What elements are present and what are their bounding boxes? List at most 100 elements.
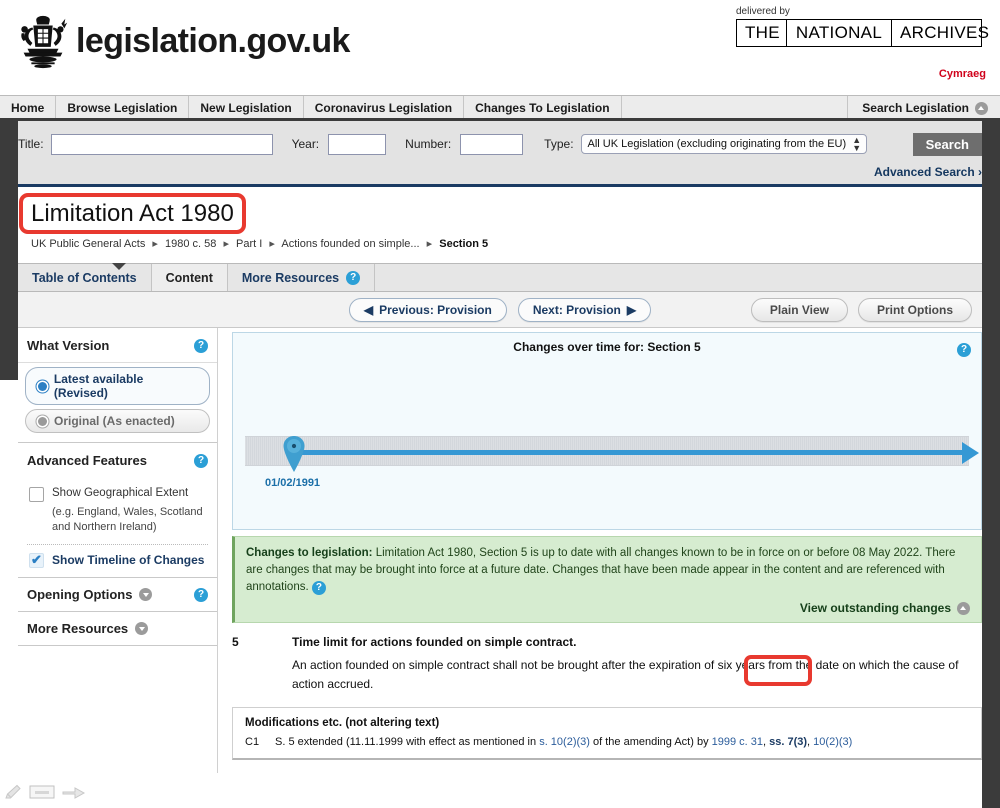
nav-item-changes-to-legislation[interactable]: Changes To Legislation <box>464 96 622 120</box>
sidebar: What Version ? Latest available (Revised… <box>18 328 218 773</box>
breadcrumb-item-3[interactable]: Actions founded on simple... <box>281 238 419 250</box>
modification-link[interactable]: 10(2)(3) <box>813 736 852 748</box>
tab-table-of-contents[interactable]: Table of Contents <box>18 264 152 291</box>
timeline-point-date[interactable]: 01/02/1991 <box>265 477 320 489</box>
site-brand[interactable]: legislation.gov.uk <box>12 10 350 72</box>
right-arrow-icon <box>962 442 979 464</box>
changes-to-legislation-notice: Changes to legislation: Limitation Act 1… <box>232 536 982 623</box>
advanced-search-link[interactable]: Advanced Search › <box>874 165 982 179</box>
sidebar-section-what-version: What Version ? <box>18 328 217 363</box>
arrow-cursor-icon[interactable] <box>62 784 86 800</box>
nav-item-browse-legislation[interactable]: Browse Legislation <box>56 96 190 120</box>
changes-notice-text: Changes to legislation: Limitation Act 1… <box>246 545 970 596</box>
breadcrumb-item-2[interactable]: Part I <box>236 238 262 250</box>
question-mark-icon[interactable]: ? <box>311 581 326 595</box>
search-type-select[interactable]: All UK Legislation (excluding originatin… <box>580 134 868 154</box>
tab-content[interactable]: Content <box>151 264 228 291</box>
breadcrumb-separator-icon: ▸ <box>426 238 433 250</box>
nav-item-new-legislation[interactable]: New Legislation <box>189 96 304 120</box>
royal-coat-of-arms-icon <box>21 15 68 69</box>
version-option-latest-available[interactable]: Latest available (Revised) <box>25 367 210 405</box>
section-paragraph: An action founded on simple contract sha… <box>292 656 982 694</box>
search-legislation-toggle[interactable]: Search Legislation <box>848 96 1000 120</box>
view-outstanding-changes-link[interactable]: View outstanding changes <box>246 601 970 615</box>
section-text-before: An action founded on simple contract sha… <box>292 658 718 672</box>
radio-selected-icon <box>38 381 47 391</box>
chevron-down-circle-icon[interactable] <box>139 588 153 601</box>
document-header: Limitation Act 1980 UK Public General Ac… <box>0 184 1000 263</box>
breadcrumb-item-current: Section 5 <box>439 238 489 250</box>
tab-label: Content <box>165 270 213 285</box>
search-button[interactable]: Search <box>912 132 982 156</box>
question-mark-icon[interactable]: ? <box>194 587 208 602</box>
search-number-input[interactable] <box>460 133 524 155</box>
search-type-value: All UK Legislation (excluding originatin… <box>587 138 847 150</box>
active-tab-caret-icon <box>112 263 126 270</box>
what-version-options: Latest available (Revised) Original (As … <box>18 367 217 443</box>
show-timeline-of-changes-row[interactable]: Show Timeline of Changes <box>18 545 217 568</box>
breadcrumb-item-1[interactable]: 1980 c. 58 <box>165 238 216 250</box>
delivered-by-block: delivered by THE NATIONAL ARCHIVES <box>736 6 989 47</box>
advanced-features-options: Show Geographical Extent (e.g. England, … <box>18 477 217 578</box>
breadcrumb-item-0[interactable]: UK Public General Acts <box>31 238 145 250</box>
map-pin-icon[interactable] <box>281 435 307 473</box>
chevron-down-circle-icon <box>957 601 970 615</box>
window-frame-right <box>982 118 1000 808</box>
print-options-button[interactable]: Print Options <box>858 297 972 322</box>
search-year-input[interactable] <box>328 133 387 155</box>
section-body: 5 Time limit for actions founded on simp… <box>232 635 982 694</box>
timeline-title: Changes over time for: Section 5 <box>513 340 701 354</box>
national-archives-logo[interactable]: THE NATIONAL ARCHIVES <box>736 19 989 47</box>
version-option-label: Original (As enacted) <box>54 414 175 428</box>
content-area: What Version ? Latest available (Revised… <box>0 328 1000 773</box>
view-options-group: Plain View Print Options <box>750 297 972 322</box>
rectangle-icon[interactable] <box>29 784 55 800</box>
nav-item-home[interactable]: Home <box>0 96 57 120</box>
previous-provision-button[interactable]: ◀ Previous: Provision <box>348 297 507 322</box>
modification-link[interactable]: 1999 c. 31 <box>712 736 763 748</box>
chevron-down-circle-icon[interactable] <box>135 622 149 635</box>
version-option-original-as-enacted[interactable]: Original (As enacted) <box>25 409 210 433</box>
window-frame-top <box>0 118 1000 121</box>
annotation-toolbar <box>4 784 86 800</box>
type-label: Type: <box>544 137 574 151</box>
nav-spacer <box>622 96 849 120</box>
sidebar-item-more-resources[interactable]: More Resources <box>18 612 217 646</box>
changes-notice-heading: Changes to legislation: <box>246 547 373 559</box>
pen-icon[interactable] <box>4 784 22 800</box>
modification-link[interactable]: ss. 7(3) <box>769 736 807 748</box>
masthead: legislation.gov.uk delivered by THE NATI… <box>0 0 1000 95</box>
question-mark-icon[interactable]: ? <box>957 343 971 357</box>
sidebar-item-opening-options[interactable]: Opening Options ? <box>18 578 217 612</box>
cymraeg-link[interactable]: Cymraeg <box>939 68 986 80</box>
question-mark-icon[interactable]: ? <box>194 453 208 468</box>
advanced-features-heading: Advanced Features <box>27 453 147 468</box>
search-legislation-label: Search Legislation <box>862 101 969 115</box>
question-mark-icon[interactable]: ? <box>194 338 208 353</box>
plain-view-button[interactable]: Plain View <box>750 297 848 322</box>
breadcrumb-separator-icon: ▸ <box>152 238 158 250</box>
nav-item-coronavirus-legislation[interactable]: Coronavirus Legislation <box>304 96 465 120</box>
breadcrumb-separator-icon: ▸ <box>269 238 275 250</box>
checkbox-checked-icon[interactable] <box>29 552 44 568</box>
tab-label: More Resources <box>241 270 340 285</box>
checkbox-unchecked-icon[interactable] <box>29 487 44 502</box>
tna-the: THE <box>737 20 787 46</box>
search-title-input[interactable] <box>50 133 273 155</box>
show-geographical-extent-sublabel: (e.g. England, Wales, Scotland and North… <box>52 506 203 533</box>
modification-text: S. 5 extended (11.11.1999 with effect as… <box>275 736 852 748</box>
previous-provision-label: Previous: Provision <box>379 302 492 317</box>
next-provision-button[interactable]: Next: Provision ▶ <box>517 297 652 322</box>
section-number: 5 <box>232 635 239 649</box>
chevron-up-circle-icon <box>975 101 988 115</box>
tab-more-resources[interactable]: More Resources ? <box>228 264 376 291</box>
quick-search-panel: Title: Year: Number: Type: All UK Legisl… <box>0 121 1000 184</box>
opening-options-label: Opening Options <box>27 587 133 602</box>
modifications-panel: Modifications etc. (not altering text) C… <box>232 707 982 760</box>
tna-archives: ARCHIVES <box>900 23 990 42</box>
show-geographical-extent-row[interactable]: Show Geographical Extent <box>18 477 217 502</box>
delivered-by-label: delivered by <box>736 6 790 17</box>
question-mark-icon[interactable]: ? <box>346 270 361 285</box>
modification-link[interactable]: s. 10(2)(3) <box>539 736 590 748</box>
main-column: Changes over time for: Section 5 ? 01/02… <box>218 328 1000 773</box>
